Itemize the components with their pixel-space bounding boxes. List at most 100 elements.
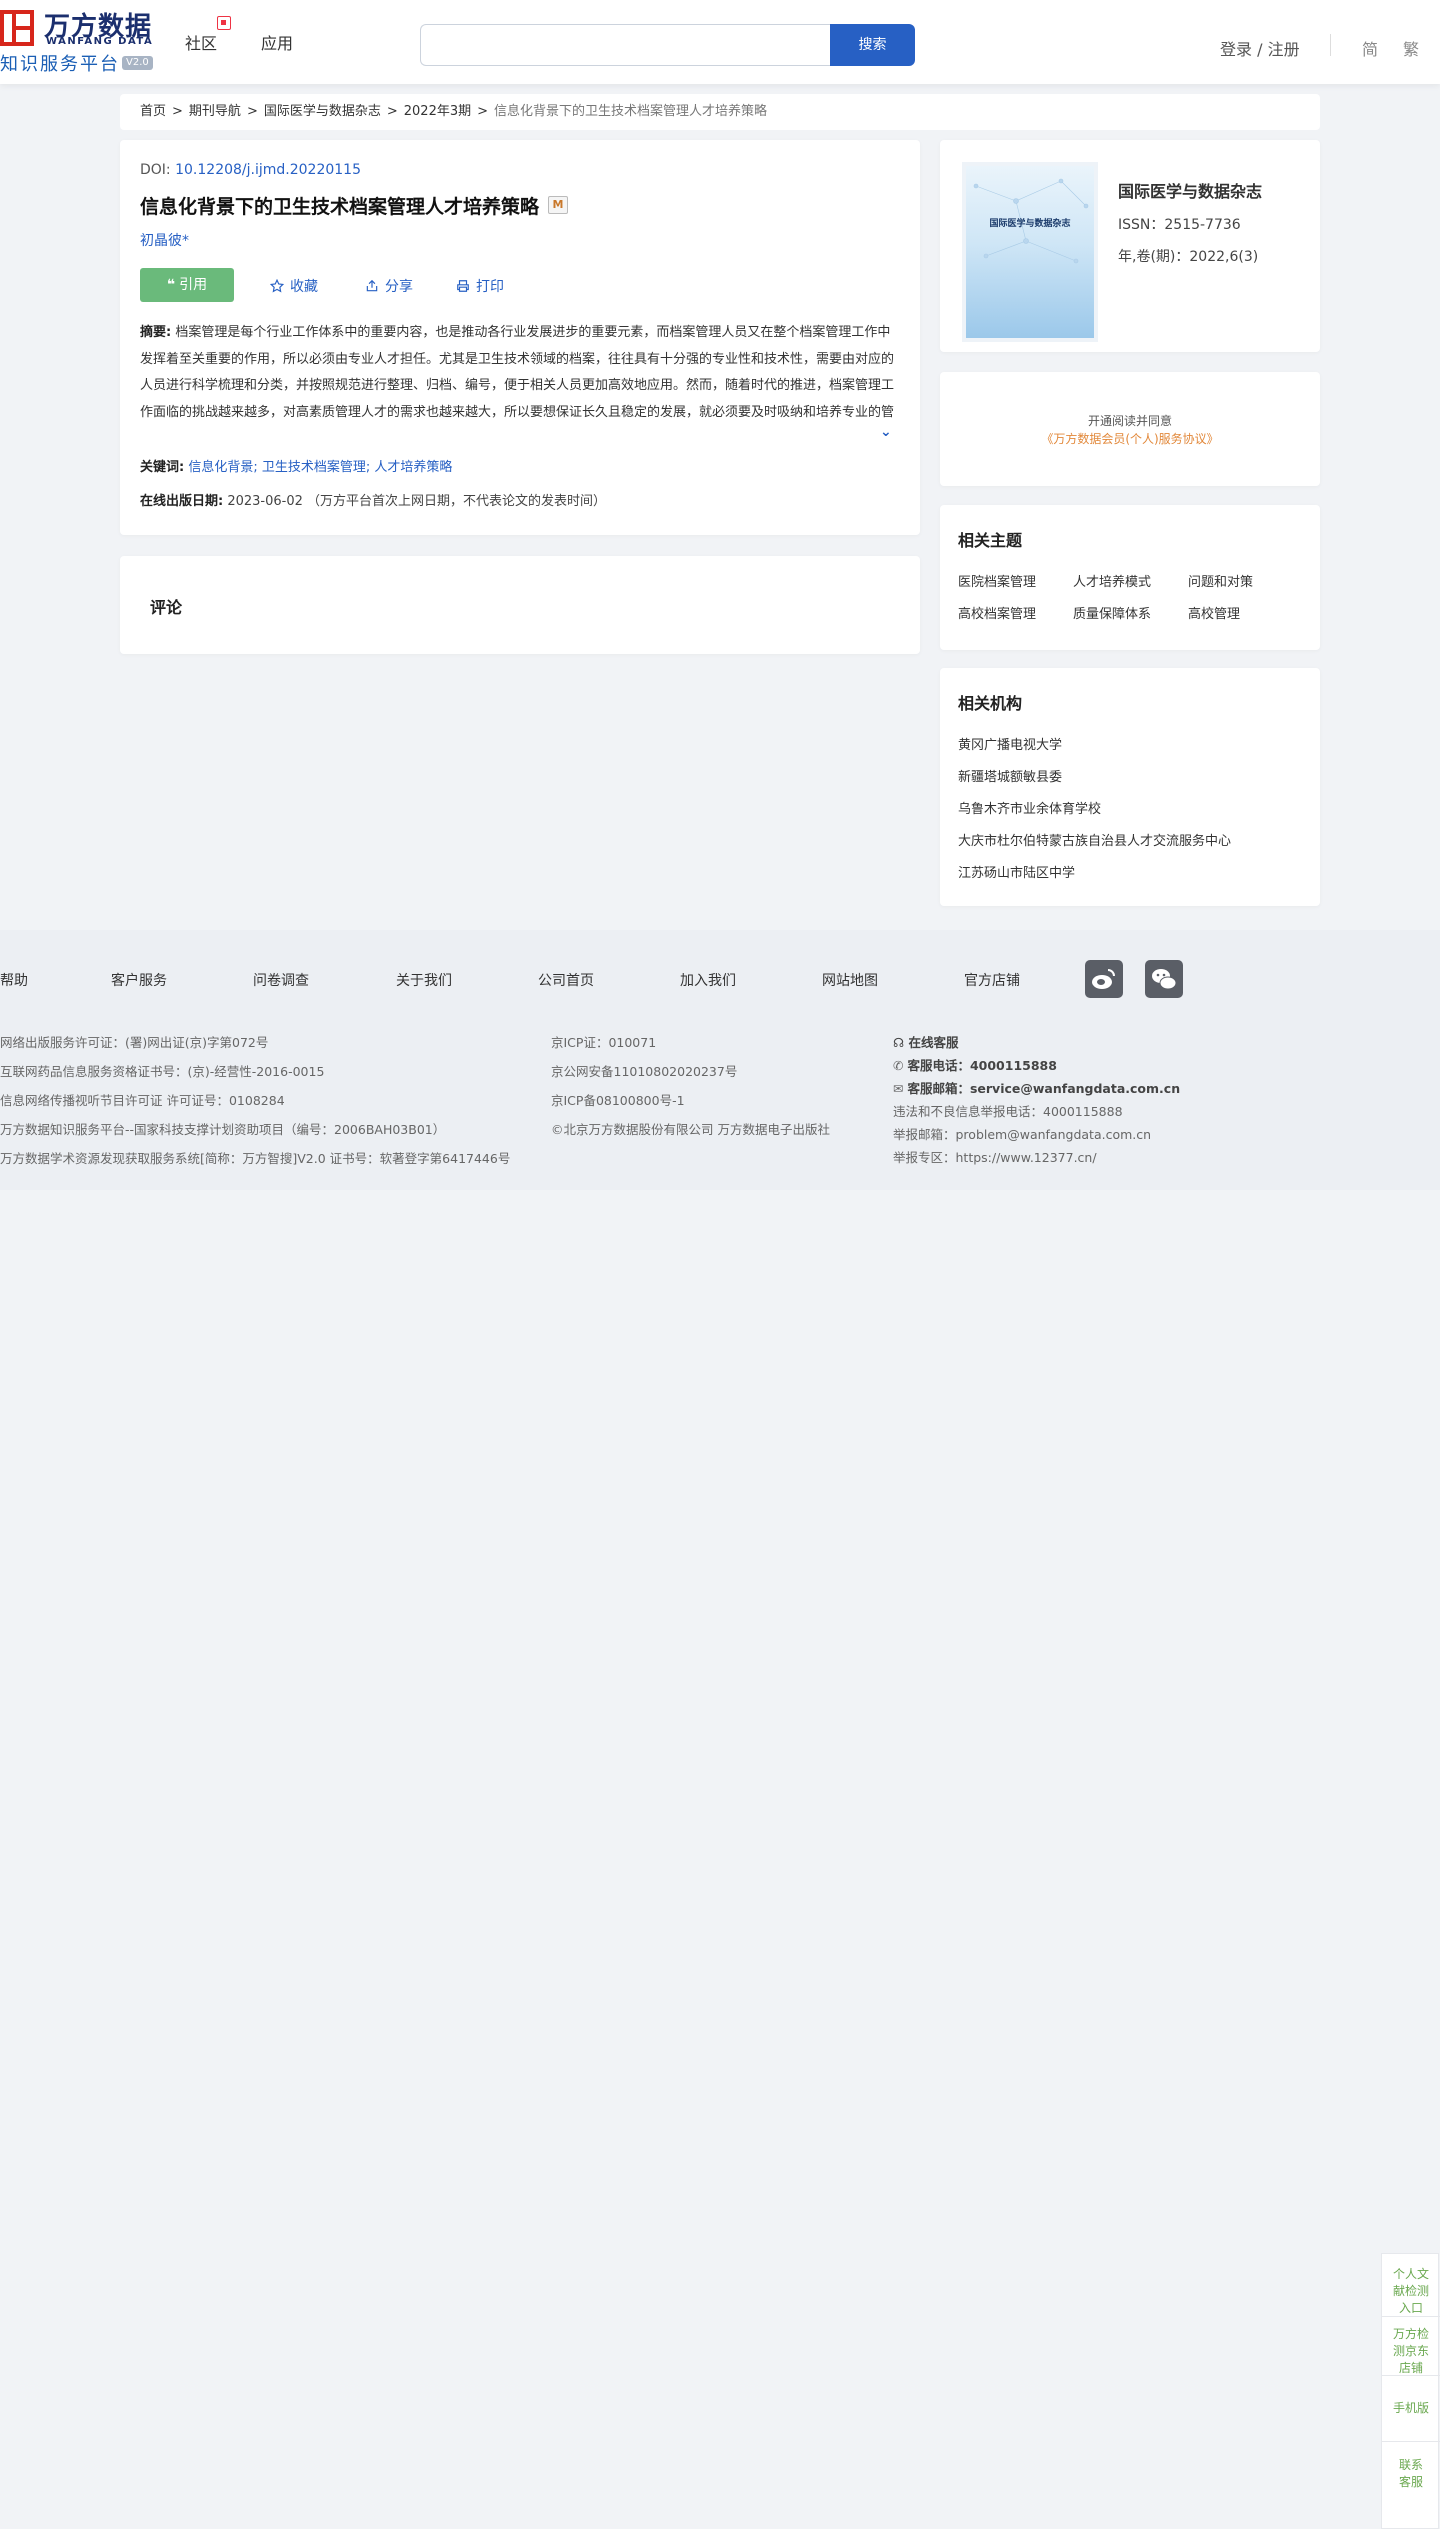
topic-link[interactable]: 人才培养模式 xyxy=(1073,571,1151,590)
breadcrumb-sep: > xyxy=(246,104,258,119)
keyword-link[interactable]: 人才培养策略 xyxy=(374,460,452,475)
nav-apps[interactable]: 应用 xyxy=(261,30,293,54)
logo-text-en: WANFANG DATA xyxy=(46,36,154,47)
login-register-link[interactable]: 登录 / 注册 xyxy=(1220,36,1300,60)
cite-button[interactable]: ❝ 引用 xyxy=(140,268,234,302)
quote-icon: ❝ xyxy=(166,277,176,293)
keyword-link[interactable]: 卫生技术档案管理; xyxy=(262,460,370,475)
pubdate-label: 在线出版日期: xyxy=(140,494,224,509)
report-zone[interactable]: 举报专区：https://www.12377.cn/ xyxy=(893,1147,1097,1166)
wanfang-logo[interactable]: 万方数据 WANFANG DATA 知识服务平台 V2.0 xyxy=(0,6,160,75)
phone-label: 客服电话： xyxy=(907,1058,970,1073)
footer-link-join[interactable]: 加入我们 xyxy=(680,970,736,990)
lang-traditional[interactable]: 繁 xyxy=(1403,36,1419,60)
side-divider xyxy=(1382,2316,1440,2317)
org-link[interactable]: 乌鲁木齐市业余体育学校 xyxy=(958,798,1101,817)
print-button[interactable]: 打印 xyxy=(456,276,504,296)
breadcrumb-current: 信息化背景下的卫生技术档案管理人才培养策略 xyxy=(494,104,768,119)
share-button[interactable]: 分享 xyxy=(365,276,413,296)
star-icon xyxy=(269,278,285,293)
mail-icon: ✉ xyxy=(893,1081,908,1096)
footer-link-about[interactable]: 关于我们 xyxy=(396,970,452,990)
breadcrumb-home[interactable]: 首页 xyxy=(140,104,166,119)
personal-check-entry[interactable]: 个人文献检测入口 xyxy=(1382,2266,1440,2317)
license-text: 信息网络传播视听节目许可证 许可证号：0108284 xyxy=(0,1093,285,1108)
header-divider xyxy=(1330,34,1331,56)
top-header: 万方数据 WANFANG DATA 知识服务平台 V2.0 社区 应用 搜索 登… xyxy=(0,0,1440,84)
doi-line: DOI: 10.12208/j.ijmd.20220115 xyxy=(140,162,361,178)
journal-card: 国际医学与数据杂志 国际医学与数据杂志 ISSN：2515-7736 年,卷(期… xyxy=(940,140,1320,352)
icp-text: 京ICP证：010071 xyxy=(551,1035,657,1050)
mobile-version-entry[interactable]: 手机版 xyxy=(1382,2400,1440,2417)
search-button[interactable]: 搜索 xyxy=(830,24,915,66)
cover-title: 国际医学与数据杂志 xyxy=(989,219,1071,229)
lang-simplified[interactable]: 简 xyxy=(1362,36,1378,60)
service-agreement-link[interactable]: 《万方数据会员(个人)服务协议》 xyxy=(940,430,1320,447)
org-link[interactable]: 江苏砀山市陆区中学 xyxy=(958,862,1075,881)
nav-community[interactable]: 社区 xyxy=(185,30,217,54)
abstract-text: 摘要: 档案管理是每个行业工作体系中的重要内容，也是推动各行业发展进步的重要元素… xyxy=(140,320,900,426)
license-text: 万方数据知识服务平台--国家科技支撑计划资助项目（编号：2006BAH03B01… xyxy=(0,1122,446,1137)
breadcrumb-sep: > xyxy=(477,104,489,119)
license-text: 互联网药品信息服务资格证书号：(京)-经营性-2016-0015 xyxy=(0,1064,325,1079)
topic-link[interactable]: 高校档案管理 xyxy=(958,603,1036,622)
comment-card: 评论 xyxy=(120,556,920,654)
footer-link-customer-service[interactable]: 客户服务 xyxy=(111,970,167,990)
breadcrumb-sep: > xyxy=(386,104,398,119)
phone-line: ✆ 客服电话：4000115888 xyxy=(893,1055,1057,1074)
footer-link-company[interactable]: 公司首页 xyxy=(538,970,594,990)
article-title: 信息化背景下的卫生技术档案管理人才培养策略 xyxy=(140,196,540,218)
search-box xyxy=(420,24,831,66)
topic-link[interactable]: 问题和对策 xyxy=(1188,571,1253,590)
search-input[interactable] xyxy=(421,25,831,65)
email-link[interactable]: service@wanfangdata.com.cn xyxy=(970,1081,1180,1096)
breadcrumb: 首页 > 期刊导航 > 国际医学与数据杂志 >2022年3期 > 信息化背景下的卫生技术档案管… xyxy=(120,94,1320,130)
page-footer: 帮助 客户服务 问卷调查 关于我们 公司首页 加入我们 网站地图 官方店铺 网络… xyxy=(0,930,1440,1190)
weibo-icon[interactable] xyxy=(1085,960,1123,998)
org-link[interactable]: 大庆市杜尔伯特蒙古族自治县人才交流服务中心 xyxy=(958,830,1231,849)
phone-icon: ✆ xyxy=(893,1058,908,1073)
mendeley-badge-icon[interactable]: M xyxy=(548,196,568,214)
version-badge: V2.0 xyxy=(122,56,153,70)
article-card: DOI: 10.12208/j.ijmd.20220115 信息化背景下的卫生技… xyxy=(120,140,920,535)
breadcrumb-journal-nav[interactable]: 期刊导航 xyxy=(189,104,241,119)
topic-link[interactable]: 医院档案管理 xyxy=(958,571,1036,590)
side-divider xyxy=(1382,2441,1440,2442)
pubdate-note: （万方平台首次上网日期，不代表论文的发表时间） xyxy=(307,494,607,509)
journal-name[interactable]: 国际医学与数据杂志 xyxy=(1118,178,1262,202)
abstract-body: 档案管理是每个行业工作体系中的重要内容，也是推动各行业发展进步的重要元素，而档案… xyxy=(140,325,895,420)
cover-network-graphic xyxy=(973,178,1089,264)
abstract-label: 摘要: xyxy=(140,325,172,340)
topic-link[interactable]: 高校管理 xyxy=(1188,603,1240,622)
topic-link[interactable]: 质量保障体系 xyxy=(1073,603,1151,622)
org-link[interactable]: 黄冈广播电视大学 xyxy=(958,734,1062,753)
author-link[interactable]: 初晶彼* xyxy=(140,230,189,250)
footer-link-store[interactable]: 官方店铺 xyxy=(964,970,1020,990)
breadcrumb-sep: > xyxy=(172,104,183,119)
keyword-link[interactable]: 信息化背景; xyxy=(188,460,257,475)
keywords-label: 关键词: xyxy=(140,460,185,475)
footer-link-sitemap[interactable]: 网站地图 xyxy=(822,970,878,990)
online-service-link[interactable]: ☊ 在线客服 xyxy=(893,1032,958,1051)
printer-icon xyxy=(457,280,469,292)
jd-store-entry[interactable]: 万方检测京东店铺 xyxy=(1382,2326,1440,2377)
expand-chevron-icon[interactable]: ⌄ xyxy=(880,424,892,440)
footer-link-help[interactable]: 帮助 xyxy=(0,970,28,990)
headset-icon: ☊ xyxy=(893,1035,909,1050)
journal-cover[interactable]: 国际医学与数据杂志 xyxy=(966,166,1094,338)
breadcrumb-journal[interactable]: 国际医学与数据杂志 xyxy=(264,104,381,119)
footer-link-survey[interactable]: 问卷调查 xyxy=(253,970,309,990)
online-service-label: 在线客服 xyxy=(908,1035,959,1050)
comment-title: 评论 xyxy=(150,598,183,617)
breadcrumb-issue[interactable]: 2022年3期 xyxy=(404,104,471,119)
journal-volume: 年,卷(期)：2022,6(3) xyxy=(1118,249,1259,265)
side-divider xyxy=(1382,2375,1440,2376)
pubdate-line: 在线出版日期: 2023-06-02 （万方平台首次上网日期，不代表论文的发表时… xyxy=(140,490,606,509)
icp-text: 京公网安备11010802020237号 xyxy=(551,1064,738,1079)
side-float-panel: 个人文献检测入口 万方检测京东店铺 手机版 联系客服 xyxy=(1381,2253,1440,2529)
doi-link[interactable]: 10.12208/j.ijmd.20220115 xyxy=(175,162,361,178)
favorite-button[interactable]: 收藏 xyxy=(269,276,318,296)
contact-service-entry[interactable]: 联系客服 xyxy=(1382,2457,1440,2491)
wechat-icon[interactable] xyxy=(1145,960,1183,998)
org-link[interactable]: 新疆塔城额敏县委 xyxy=(958,766,1062,785)
